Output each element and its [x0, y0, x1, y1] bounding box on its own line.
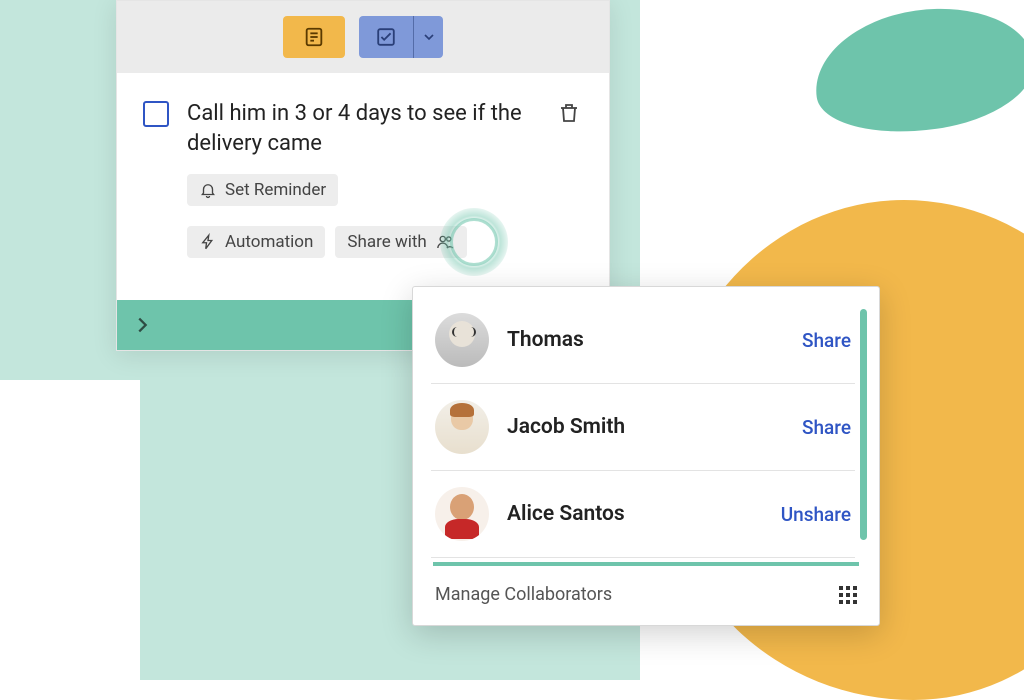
automation-label: Automation: [225, 232, 313, 252]
note-mode-button[interactable]: [283, 16, 345, 58]
scrollbar[interactable]: [860, 309, 867, 540]
bell-icon: [199, 181, 217, 199]
person-name: Thomas: [507, 328, 784, 352]
trash-icon: [557, 101, 581, 125]
person-name: Alice Santos: [507, 502, 763, 526]
share-row: Alice Santos Unshare: [431, 471, 855, 558]
people-icon: [435, 233, 455, 251]
set-reminder-chip[interactable]: Set Reminder: [187, 174, 338, 206]
set-reminder-label: Set Reminder: [225, 180, 326, 200]
task-text[interactable]: Call him in 3 or 4 days to see if the de…: [187, 99, 537, 158]
share-with-label: Share with: [347, 232, 426, 252]
avatar: [435, 487, 489, 541]
automation-chip[interactable]: Automation: [187, 226, 325, 258]
bolt-icon: [199, 233, 217, 251]
share-list: Thomas Share Jacob Smith Share Alice San…: [413, 287, 879, 562]
share-action-link[interactable]: Unshare: [781, 503, 851, 526]
chevron-down-icon: [421, 29, 437, 45]
share-action-link[interactable]: Share: [802, 416, 851, 439]
share-row: Thomas Share: [431, 297, 855, 384]
person-name: Jacob Smith: [507, 415, 784, 439]
avatar: [435, 400, 489, 454]
popover-footer: Manage Collaborators: [413, 566, 879, 625]
task-toolbar: [117, 1, 609, 73]
bg-cut: [0, 380, 140, 680]
share-action-link[interactable]: Share: [802, 329, 851, 352]
task-checkbox[interactable]: [143, 101, 169, 127]
apps-grid-icon[interactable]: [839, 586, 857, 604]
delete-task-button[interactable]: [555, 99, 583, 131]
checkbox-icon: [375, 26, 397, 48]
note-icon: [303, 26, 325, 48]
bg-blob-teal: [807, 0, 1024, 145]
task-mode-dropdown[interactable]: [413, 16, 443, 58]
avatar: [435, 313, 489, 367]
chevron-right-icon: [131, 314, 153, 336]
share-with-chip[interactable]: Share with: [335, 226, 466, 258]
task-mode-split-button[interactable]: [359, 16, 443, 58]
manage-collaborators-link[interactable]: Manage Collaborators: [435, 584, 612, 605]
share-row: Jacob Smith Share: [431, 384, 855, 471]
share-popover: Thomas Share Jacob Smith Share Alice San…: [412, 286, 880, 626]
